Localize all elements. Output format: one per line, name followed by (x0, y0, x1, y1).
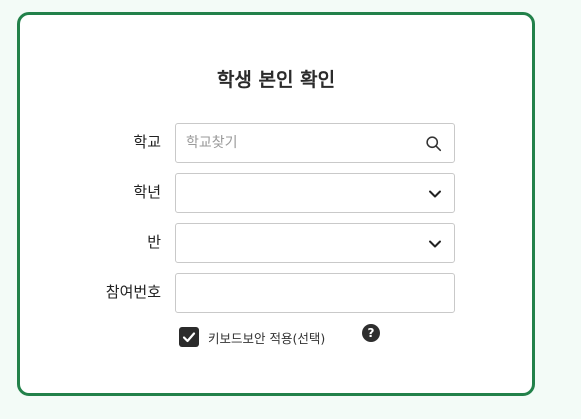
school-search-field[interactable] (175, 123, 455, 163)
class-label: 반 (147, 233, 161, 251)
participation-number-input[interactable] (176, 274, 416, 312)
chevron-down-icon (429, 240, 441, 248)
search-icon[interactable] (425, 135, 442, 152)
keyboard-security-checkbox[interactable] (179, 327, 199, 347)
grade-select[interactable] (175, 173, 455, 213)
participation-number-field[interactable] (175, 273, 455, 313)
school-search-input[interactable] (176, 124, 416, 162)
participation-number-label: 참여번호 (105, 283, 161, 301)
grade-label: 학년 (133, 183, 161, 201)
student-verification-card: 학생 본인 확인 학교 학년 반 참 (17, 12, 535, 396)
page-title: 학생 본인 확인 (216, 69, 336, 91)
class-select[interactable] (175, 223, 455, 263)
question-circle-icon[interactable]: ? (362, 324, 380, 342)
keyboard-security-label: 키보드보안 적용(선택) (208, 331, 326, 346)
chevron-down-icon (429, 190, 441, 198)
school-label: 학교 (133, 133, 161, 151)
check-icon (182, 332, 196, 343)
